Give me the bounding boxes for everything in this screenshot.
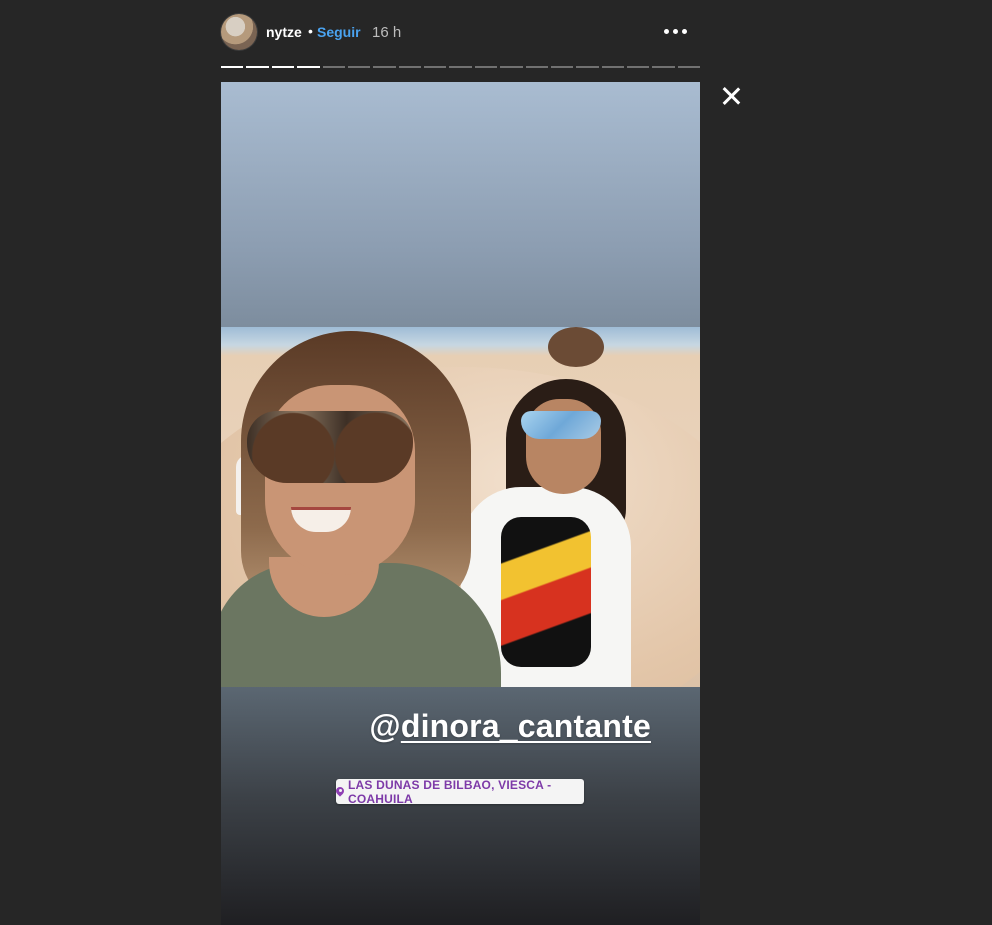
progress-segment xyxy=(576,66,599,68)
progress-segment xyxy=(271,66,295,68)
progress-segment xyxy=(677,66,701,68)
progress-segment xyxy=(347,66,371,68)
mention-sticker[interactable]: @dinora_cantante xyxy=(351,708,651,745)
progress-segment xyxy=(424,66,447,68)
story-photo xyxy=(221,327,700,687)
close-icon[interactable] xyxy=(719,84,743,108)
progress-segment xyxy=(322,66,345,68)
location-sticker[interactable]: LAS DUNAS DE BILBAO, VIESCA - COAHUILA xyxy=(336,777,584,806)
progress-segment xyxy=(500,66,523,68)
progress-segment xyxy=(627,66,650,68)
progress-segment xyxy=(525,66,548,68)
mention-prefix: @ xyxy=(369,708,401,744)
username[interactable]: nytze xyxy=(266,24,302,40)
progress-segment xyxy=(398,66,421,68)
progress-segment xyxy=(449,66,472,68)
progress-segment xyxy=(652,66,675,68)
location-pin-icon xyxy=(336,787,343,797)
progress-segment xyxy=(550,66,574,68)
progress-segment xyxy=(373,66,396,68)
progress-segment xyxy=(474,66,498,68)
avatar[interactable] xyxy=(221,14,257,50)
progress-segment xyxy=(601,66,624,68)
story-media[interactable]: @dinora_cantante LAS DUNAS DE BILBAO, VI… xyxy=(221,82,700,925)
separator-dot: • xyxy=(308,23,313,39)
story-header: nytze • Seguir 16 h xyxy=(221,14,700,50)
more-options-icon[interactable] xyxy=(664,23,692,41)
progress-segment xyxy=(246,66,269,68)
timestamp: 16 h xyxy=(372,24,402,41)
location-label: LAS DUNAS DE BILBAO, VIESCA - COAHUILA xyxy=(347,777,552,806)
progress-segment xyxy=(221,66,244,68)
follow-button[interactable]: Seguir xyxy=(317,24,361,40)
mention-handle[interactable]: dinora_cantante xyxy=(401,708,651,744)
progress-segment xyxy=(297,66,320,68)
story-progress-bar xyxy=(221,66,701,68)
